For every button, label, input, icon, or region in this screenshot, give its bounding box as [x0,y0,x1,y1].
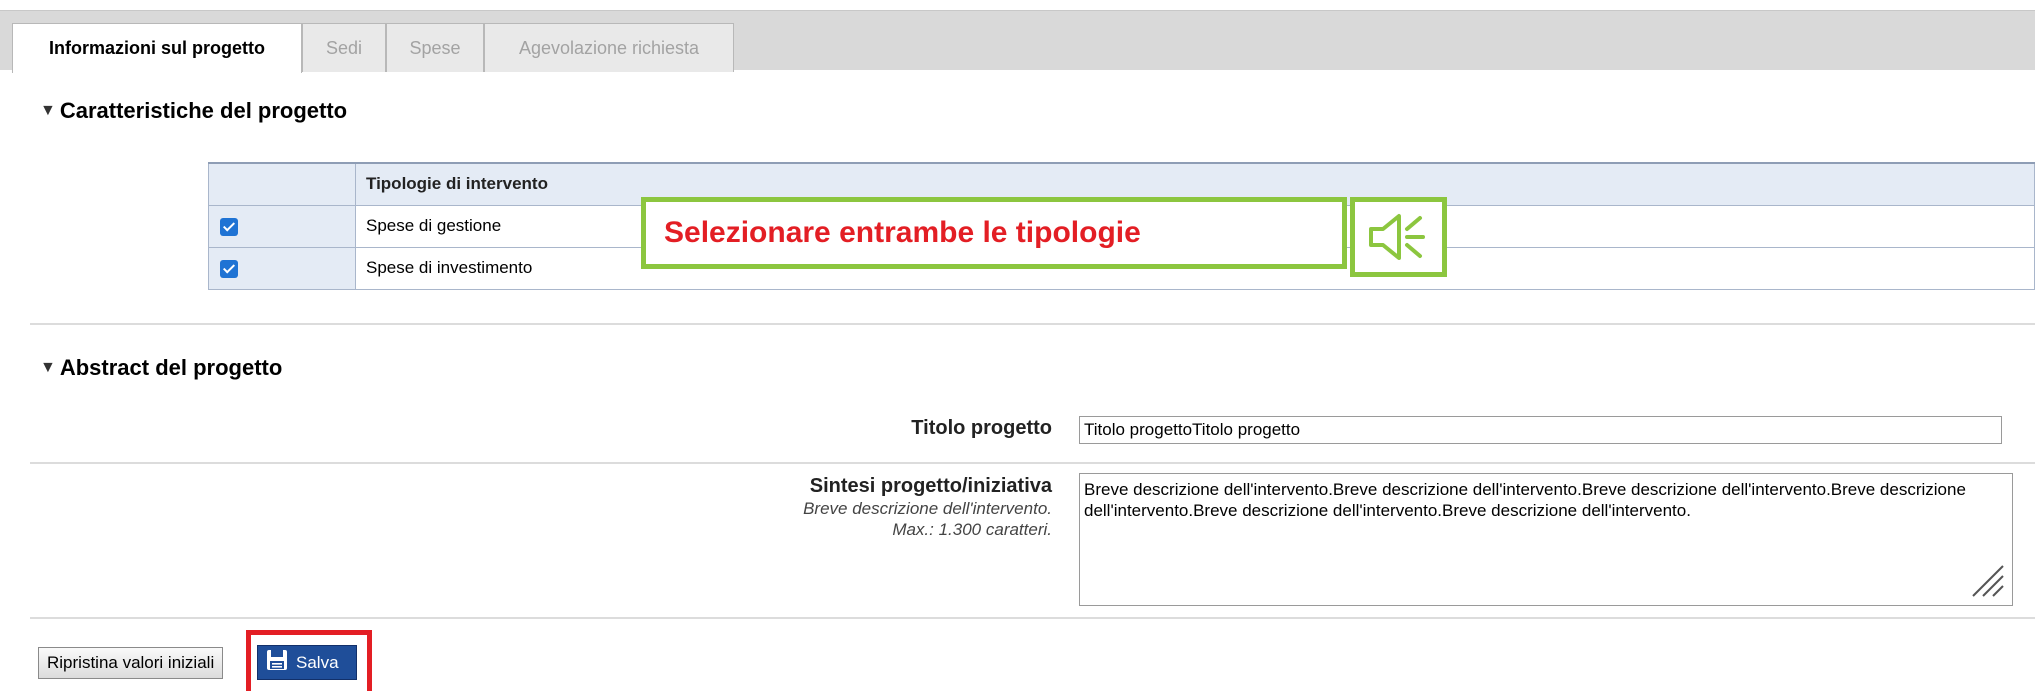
tab-sedi[interactable]: Sedi [302,23,386,72]
floppy-disk-icon [266,649,288,676]
sintesi-label: Sintesi progetto/iniziativa [809,475,1052,497]
speaker-icon [1350,197,1447,277]
instruction-callout: Selezionare entrambe le tipologie [641,197,1347,269]
checkbox-spese-di-gestione[interactable] [220,217,238,236]
collapse-triangle-icon: ▼ [40,359,56,376]
section-title: Caratteristiche del progetto [59,98,348,123]
sintesi-label-block: Sintesi progetto/iniziativa Breve descri… [600,475,1052,540]
save-button[interactable]: Salva [257,645,357,680]
resize-grip-icon[interactable] [1967,560,2005,598]
section-header-caratteristiche[interactable]: ▼ Caratteristiche del progetto [40,98,347,124]
tab-informazioni-sul-progetto[interactable]: Informazioni sul progetto [12,23,302,73]
sintesi-max: Max.: 1.300 caratteri. [892,520,1052,539]
ripristina-button[interactable]: Ripristina valori iniziali [38,647,224,679]
tab-spese[interactable]: Spese [386,23,484,72]
checkbox-header-cell [208,162,356,206]
callout-text: Selezionare entrambe le tipologie [664,216,1141,249]
tab-agevolazione-richiesta[interactable]: Agevolazione richiesta [484,23,734,72]
sintesi-textarea[interactable]: Breve descrizione dell'intervento.Breve … [1079,473,2013,606]
collapse-triangle-icon: ▼ [40,102,56,119]
checkbox-cell [208,246,356,290]
save-button-label: Salva [296,652,339,672]
divider [30,617,2035,619]
sintesi-help: Breve descrizione dell'intervento. [803,499,1052,518]
section-title: Abstract del progetto [59,355,283,380]
tab-label: Spese [409,37,461,58]
titolo-progetto-input[interactable] [1079,416,2002,444]
divider [30,323,2035,325]
section-header-abstract[interactable]: ▼ Abstract del progetto [40,355,282,381]
tab-label: Sedi [325,37,363,58]
tab-bar: Informazioni sul progetto Sedi Spese Age… [0,10,2035,73]
divider [30,462,2035,464]
checkbox-spese-di-investimento[interactable] [220,259,238,278]
tab-label: Informazioni sul progetto [49,38,265,58]
checkbox-cell [208,204,356,248]
titolo-progetto-label: Titolo progetto [911,417,1052,439]
tab-label: Agevolazione richiesta [518,37,700,58]
